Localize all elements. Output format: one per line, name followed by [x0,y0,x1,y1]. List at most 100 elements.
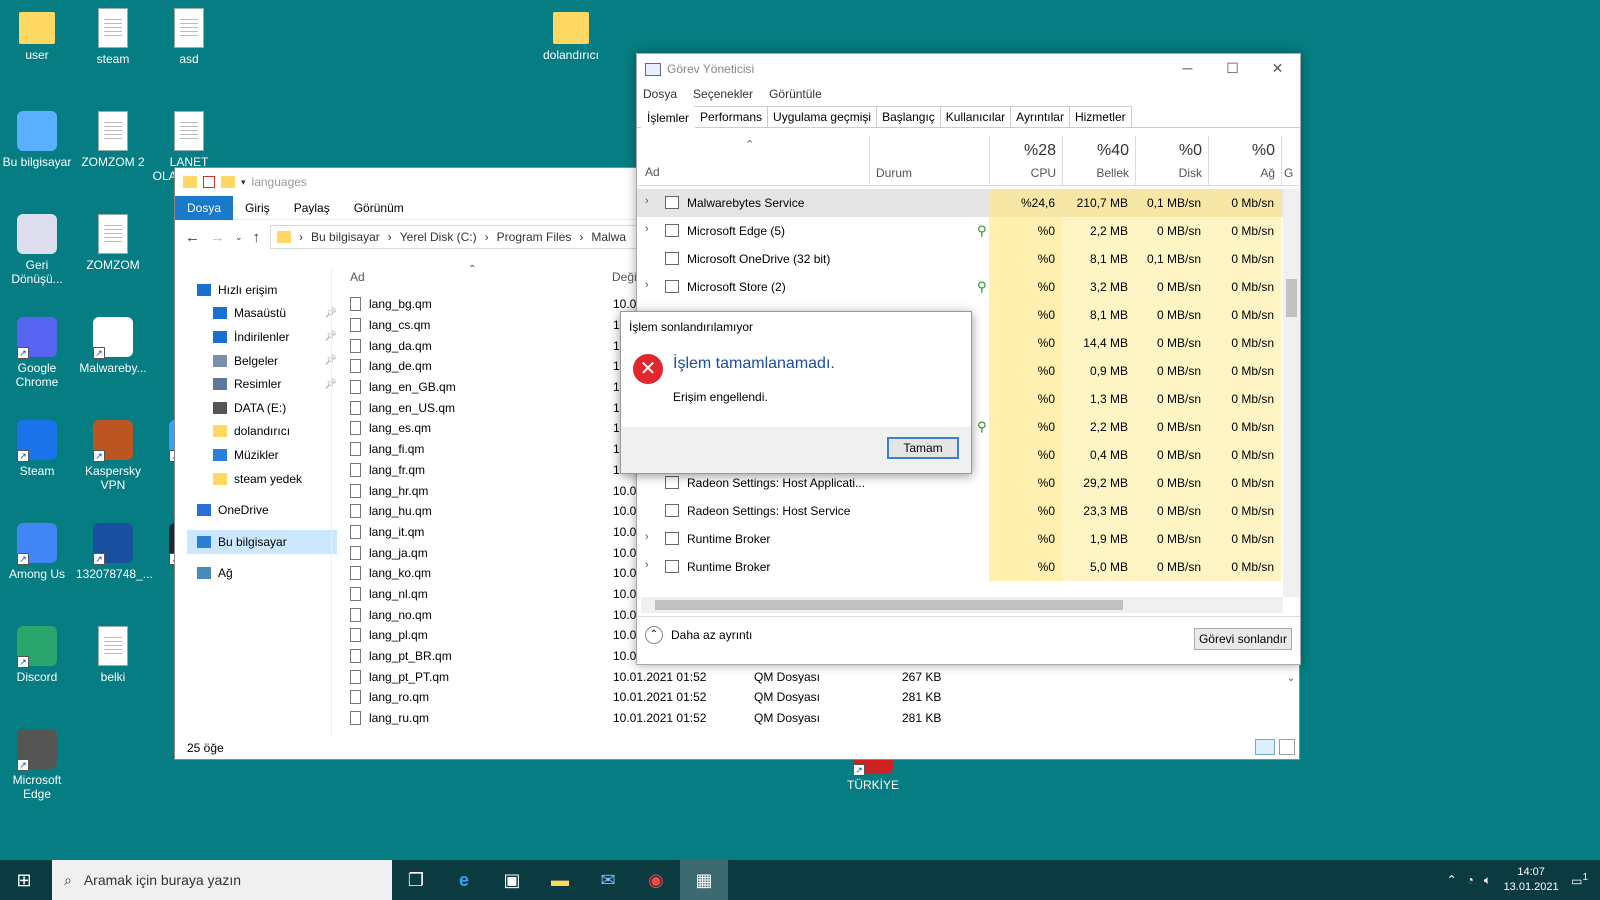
tab[interactable]: Uygulama geçmişi [767,106,878,127]
menu-item[interactable]: Dosya [643,87,677,101]
wifi-icon[interactable]: ◔ [1467,873,1474,887]
back-icon[interactable]: ← [185,229,200,246]
breadcrumb-item[interactable]: Bu bilgisayar [311,230,380,244]
breadcrumb-separator-icon[interactable]: › [579,230,583,244]
desktop-icon[interactable]: ZOMZOM [76,214,150,272]
error-dialog[interactable]: İşlem sonlandırılamıyor ✕ İşlem tamamlan… [620,311,972,474]
file-row[interactable]: lang_pt_PT.qm 10.01.2021 01:52 QM Dosyası 2… [350,666,1299,687]
desktop-icon[interactable]: ↗ Discord [0,626,74,684]
desktop-icon[interactable]: ZOMZOM 2 [76,111,150,169]
details-view-icon[interactable] [1255,739,1275,755]
expand-chevron-icon[interactable]: › [645,531,649,543]
process-row[interactable]: › Malwarebytes Service %24,6 210,7 MB 0,1 MB… [637,189,1283,217]
edge-taskbar-icon[interactable]: e [440,860,488,900]
mail-taskbar-icon[interactable]: ✉ [584,860,632,900]
desktop-icon[interactable]: Bu bilgisayar [0,111,74,169]
nav-item[interactable]: DATA (E:) [187,396,337,420]
nav-item[interactable]: İndirilenler📌︎ [187,325,337,349]
process-row[interactable]: › Microsoft Store (2) ⚲ %0 3,2 MB 0 MB/sn 0 Mb… [637,273,1283,301]
process-row[interactable]: › Microsoft Edge (5) ⚲ %0 2,2 MB 0 MB/sn 0 Mb/… [637,217,1283,245]
nav-item[interactable]: Ağ [187,562,337,586]
up-icon[interactable]: ↑ [253,229,261,246]
desktop-icon[interactable]: Geri Dönüşü... [0,214,74,286]
nav-item[interactable]: Müzikler [187,443,337,467]
file-row[interactable]: lang_ru.qm 10.01.2021 01:52 QM Dosyası 281 … [350,708,1299,729]
task-manager-taskbar-icon[interactable]: ▦ [680,860,728,900]
chevron-up-icon[interactable]: ⌃ [1447,873,1457,887]
breadcrumb-separator-icon[interactable]: › [388,230,392,244]
ribbon-tab[interactable]: Dosya [175,195,234,220]
column-name[interactable]: Ad [350,270,365,284]
end-task-button[interactable]: Görevi sonlandır [1193,628,1292,650]
breadcrumb-item[interactable]: Yerel Disk (C:) [400,230,477,244]
desktop-icon[interactable]: ↗ 132078748_... [76,523,153,581]
desktop-icon[interactable]: ↗ Malwareby... [76,317,150,375]
breadcrumb-separator-icon[interactable]: › [299,230,303,244]
menu-item[interactable]: Seçenekler [693,87,753,101]
forward-icon[interactable]: → [210,229,225,246]
ribbon-tab[interactable]: Giriş [233,196,282,220]
new-folder-icon[interactable] [221,176,235,188]
recent-locations-icon[interactable]: ⌄ [235,232,243,243]
large-icons-view-icon[interactable] [1279,739,1295,755]
process-row[interactable]: Microsoft OneDrive (32 bit) %0 8,1 MB 0,1 M… [637,245,1283,273]
ribbon-tab[interactable]: Görünüm [342,196,416,220]
process-row[interactable]: › Runtime Broker %0 5,0 MB 0 MB/sn 0 Mb/sn [637,553,1283,581]
desktop-icon[interactable]: ↗ Steam [0,420,74,478]
nav-item[interactable]: Belgeler📌︎ [187,349,337,373]
desktop-icon[interactable]: asd [152,8,226,66]
fewer-details-button[interactable]: ⌃ Daha az ayrıntı [645,626,752,644]
column-name[interactable]: Ad [645,165,660,179]
column-cpu[interactable]: %28 CPU [989,136,1062,186]
notification-icon[interactable]: ▭1 [1571,872,1588,888]
desktop-icon[interactable]: dolandırıcı [534,8,608,62]
menu-item[interactable]: Görüntüle [769,87,822,101]
tab[interactable]: Hizmetler [1068,106,1132,127]
expand-chevron-icon[interactable]: › [645,559,649,571]
search-box[interactable]: ⌕ Aramak için buraya yazın [52,860,392,900]
tab[interactable]: Performans [694,106,769,127]
desktop-icon[interactable]: ↗ Kaspersky VPN [76,420,150,492]
breadcrumb-separator-icon[interactable]: › [485,230,489,244]
volume-icon[interactable]: 🔈︎ [1484,873,1491,888]
process-row[interactable]: Radeon Settings: Host Service %0 23,3 MB 0 … [637,497,1283,525]
nav-item[interactable]: steam yedek [187,467,337,491]
clock[interactable]: 14:07 13.01.2021 [1501,865,1561,895]
minimize-button[interactable]: ─ [1165,54,1210,84]
process-row[interactable]: › Runtime Broker %0 1,9 MB 0 MB/sn 0 Mb/sn [637,525,1283,553]
ribbon-tab[interactable]: Paylaş [282,196,342,220]
column-memory[interactable]: %40 Bellek [1062,136,1135,186]
dropdown-icon[interactable]: ▾ [241,177,246,188]
column-network[interactable]: %0 Ağ [1208,136,1281,186]
task-view-icon[interactable]: ❐ [392,860,440,900]
process-list-scrollbar[interactable] [1283,189,1300,597]
desktop-icon[interactable]: belki [76,626,150,684]
expand-chevron-icon[interactable]: › [645,223,649,235]
tab[interactable]: Kullanıcılar [939,106,1012,127]
desktop-icon[interactable]: user [0,8,74,62]
desktop-icon[interactable]: steam [76,8,150,66]
file-row[interactable]: lang_ro.qm 10.01.2021 01:52 QM Dosyası 281 … [350,687,1299,708]
horizontal-scrollbar-thumb[interactable] [655,600,1123,610]
desktop-icon[interactable]: ↗ Google Chrome [0,317,74,389]
tab[interactable]: Ayrıntılar [1010,106,1070,127]
tab[interactable]: İşlemler [641,107,696,128]
maximize-button[interactable]: ☐ [1210,54,1255,84]
nav-item[interactable]: Masaüstü📌︎ [187,302,337,326]
nav-item[interactable]: OneDrive [187,498,337,522]
vertical-scrollbar[interactable]: ⌄ [1285,673,1297,729]
desktop-icon[interactable]: ↗ Microsoft Edge [0,729,74,801]
column-status[interactable]: Durum [869,136,989,186]
breadcrumb-item[interactable]: Malwa [591,230,626,244]
expand-chevron-icon[interactable]: › [645,279,649,291]
properties-icon[interactable] [203,176,215,188]
ok-button[interactable]: Tamam [887,437,959,459]
nav-item[interactable]: dolandırıcı [187,420,337,444]
nav-item[interactable]: Hızlı erişim [187,278,337,302]
scrollbar-thumb[interactable] [1286,279,1297,317]
breadcrumb-item[interactable]: Program Files [497,230,572,244]
nav-item[interactable]: Resimler📌︎ [187,372,337,396]
close-button[interactable]: ✕ [1255,54,1300,84]
start-button[interactable]: ⊞ [0,860,48,900]
column-gpu[interactable]: G [1281,136,1301,186]
